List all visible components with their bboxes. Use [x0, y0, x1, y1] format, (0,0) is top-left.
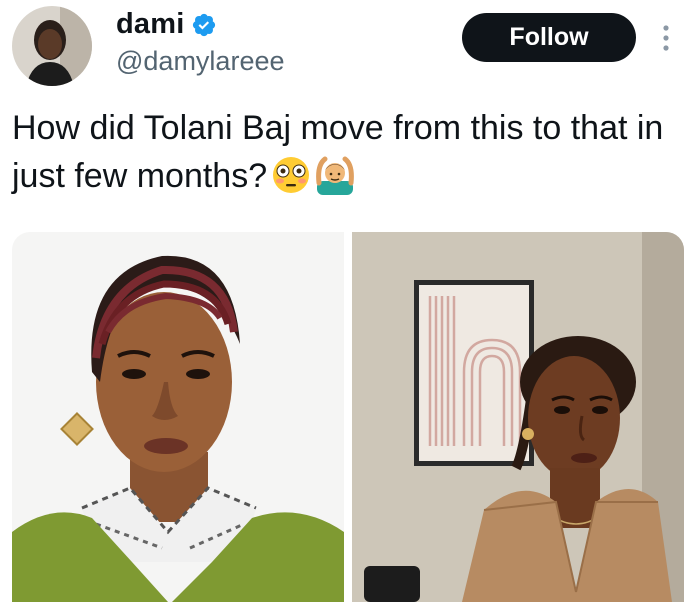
follow-button[interactable]: Follow [462, 13, 636, 62]
media-photo-left[interactable] [12, 232, 344, 602]
avatar[interactable] [12, 6, 92, 86]
man-gesturing-ok-emoji-icon [315, 155, 355, 208]
tweet-text-block: How did Tolani Baj move from this to tha… [12, 104, 672, 208]
media-grid [12, 232, 684, 602]
photo-woman-sleek-ponytail-tan-robe [352, 232, 684, 602]
tweet-card: dami @damylareee Follow How did Tolani B… [0, 0, 691, 602]
author-name-row[interactable]: dami [116, 8, 217, 40]
photo-woman-braids-green-sweater [12, 232, 344, 602]
avatar-photo [12, 6, 92, 86]
media-photo-right[interactable] [352, 232, 684, 602]
display-name[interactable]: dami [116, 8, 185, 40]
verified-badge-icon [192, 13, 215, 37]
flushed-face-emoji-icon [271, 155, 311, 208]
vertical-ellipsis-icon[interactable] [660, 22, 672, 54]
author-handle[interactable]: @damylareee [116, 45, 285, 77]
